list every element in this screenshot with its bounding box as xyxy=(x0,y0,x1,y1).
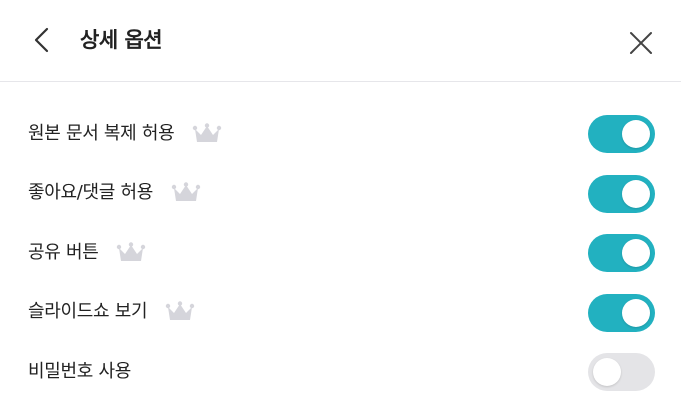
option-row-likes-comments: 좋아요/댓글 허용 xyxy=(0,164,681,224)
toggle-copy-original[interactable] xyxy=(588,115,655,153)
back-button[interactable] xyxy=(24,22,60,58)
option-label: 원본 문서 복제 허용 xyxy=(28,122,175,144)
close-button[interactable] xyxy=(622,24,660,62)
toggle-knob xyxy=(622,179,650,208)
crown-icon xyxy=(116,242,146,264)
option-label: 슬라이드쇼 보기 xyxy=(28,301,148,323)
crown-icon xyxy=(192,123,222,145)
toggle-likes-comments[interactable] xyxy=(588,174,655,213)
option-label: 좋아요/댓글 허용 xyxy=(28,182,154,204)
option-row-slideshow: 슬라이드쇼 보기 xyxy=(0,283,681,343)
option-row-password: 비밀번호 사용 xyxy=(0,342,681,402)
chevron-left-icon xyxy=(34,27,49,53)
option-row-share-button: 공유 버튼 xyxy=(0,223,681,283)
options-list: 원본 문서 복제 허용 좋아요/댓글 허용 공유 버튼 슬라이드쇼 보기 비밀번… xyxy=(0,104,681,402)
crown-icon xyxy=(171,182,201,204)
toggle-share-button[interactable] xyxy=(588,234,655,272)
option-label: 공유 버튼 xyxy=(28,241,99,263)
option-row-copy-original: 원본 문서 복제 허용 xyxy=(0,104,681,164)
detail-options-panel: 상세 옵션 원본 문서 복제 허용 좋아요/댓글 허용 공유 버튼 슬라이드쇼 … xyxy=(0,0,681,417)
toggle-knob xyxy=(593,358,621,386)
toggle-password[interactable] xyxy=(588,353,655,391)
toggle-knob xyxy=(622,120,650,148)
toggle-slideshow[interactable] xyxy=(588,293,655,332)
option-label: 비밀번호 사용 xyxy=(28,360,131,382)
crown-icon xyxy=(165,301,195,323)
toggle-knob xyxy=(622,298,650,327)
toggle-knob xyxy=(622,239,650,267)
close-icon xyxy=(630,32,652,54)
page-title: 상세 옵션 xyxy=(80,28,163,52)
panel-header: 상세 옵션 xyxy=(0,0,681,82)
